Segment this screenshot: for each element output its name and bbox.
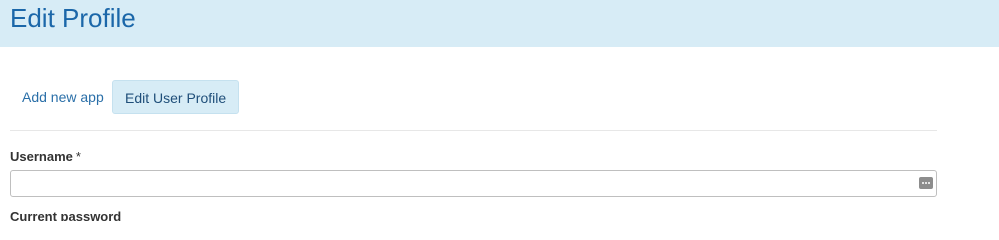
page-header: Edit Profile (0, 0, 999, 47)
username-label-text: Username (10, 149, 73, 164)
page: Edit Profile Add new app Edit User Profi… (0, 0, 999, 221)
page-title: Edit Profile (10, 3, 136, 33)
password-manager-icon[interactable] (919, 177, 933, 189)
username-input[interactable] (11, 171, 906, 196)
username-label: Username * (10, 149, 81, 164)
tab-edit-user-profile[interactable]: Edit User Profile (112, 80, 240, 114)
tab-add-new-app[interactable]: Add new app (10, 80, 116, 114)
required-marker: * (75, 149, 81, 164)
username-field (10, 170, 937, 197)
divider (10, 130, 937, 131)
current-password-label: Current password (10, 209, 122, 221)
